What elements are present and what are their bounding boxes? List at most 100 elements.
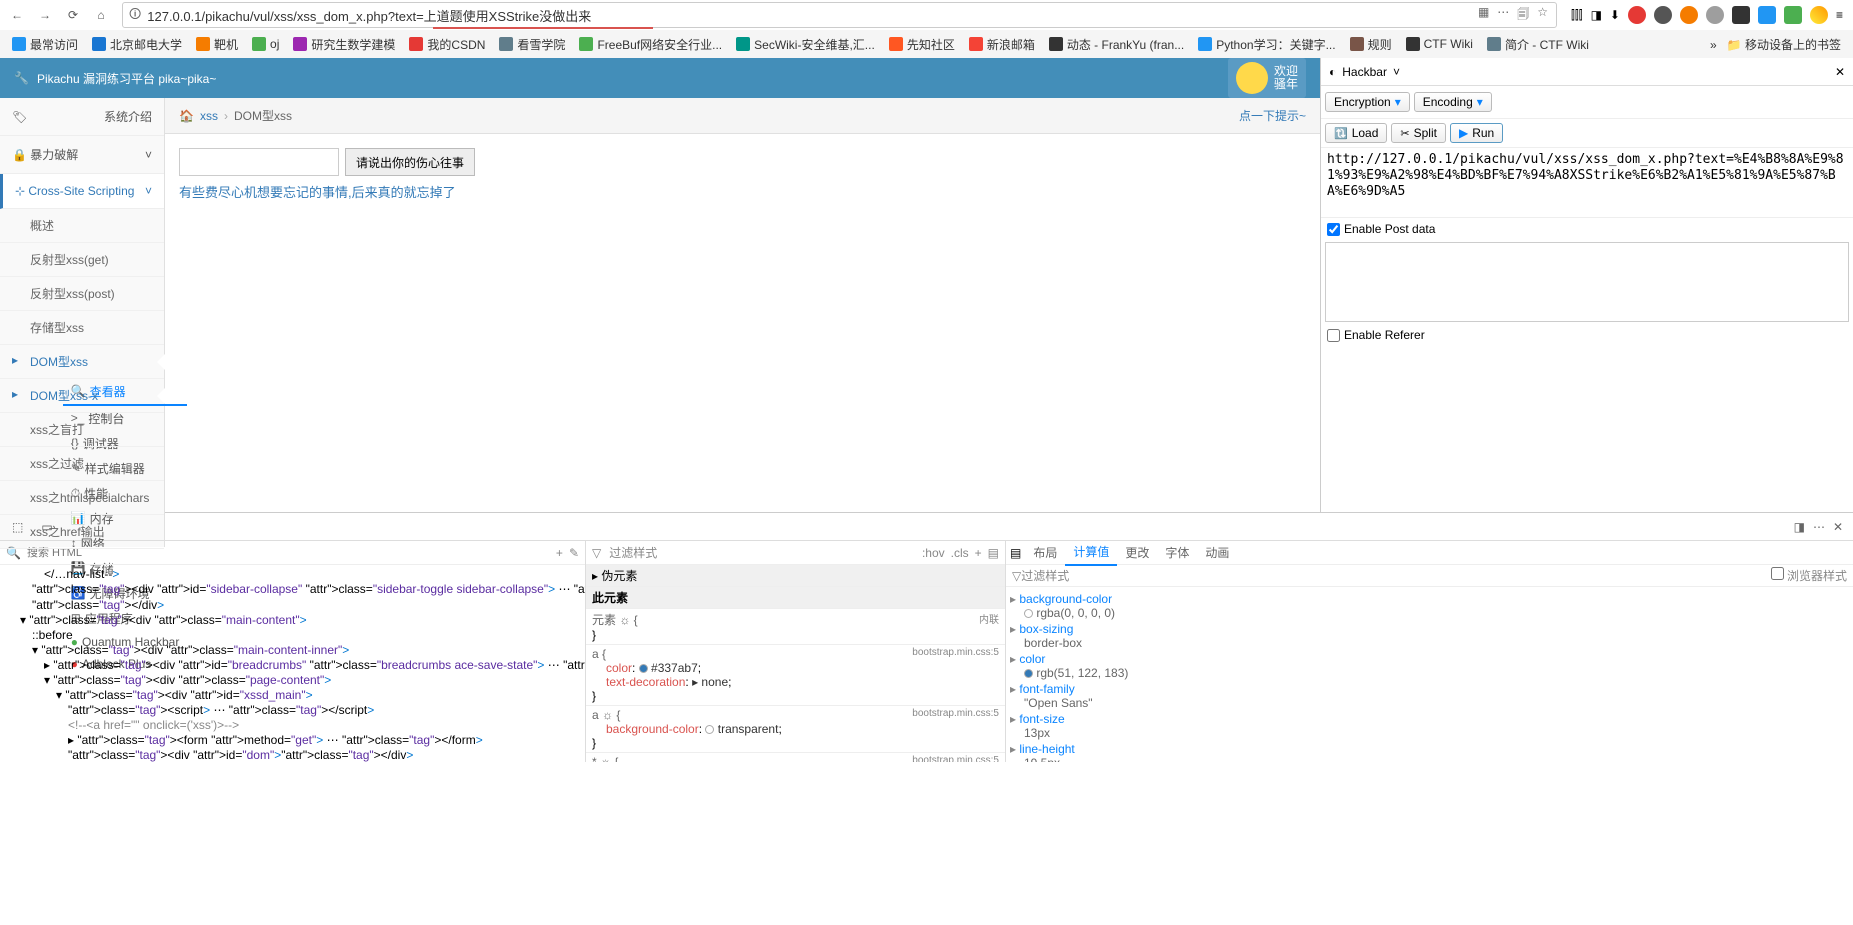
bookmarks-overflow[interactable]: » 📁 移动设备上的书签	[1704, 34, 1847, 55]
dom-tree[interactable]: </…nav-list-->"attr">class="tag"><div "a…	[0, 565, 585, 762]
site-info-icon[interactable]: 🛈	[123, 5, 147, 26]
sidebar-sub-item[interactable]: xss之盲打	[0, 413, 164, 447]
sidebar-sub-item[interactable]: 反射型xss(post)	[0, 277, 164, 311]
translate-icon[interactable]: 🗐	[1517, 5, 1529, 26]
enable-post-checkbox[interactable]: Enable Post data	[1321, 218, 1853, 240]
computed-body[interactable]: ▸ background-color rgba(0, 0, 0, 0)▸ box…	[1006, 587, 1853, 762]
load-button[interactable]: 🔃 Load	[1325, 123, 1387, 143]
close-icon[interactable]: ✕	[1833, 520, 1843, 534]
hackbar-actions: 🔃 Load ✂ Split ▶ Run	[1321, 119, 1853, 148]
hackbar-title: Hackbar	[1342, 65, 1387, 79]
back-button[interactable]: ←	[4, 2, 30, 28]
dock-icon[interactable]: ◨	[1794, 520, 1805, 534]
styles-filter-label[interactable]: 过滤样式	[609, 544, 657, 561]
menu-icon[interactable]: ≡	[1836, 8, 1843, 22]
url-bar[interactable]: 🛈 127.0.0.1/pikachu/vul/xss/xss_dom_x.ph…	[122, 2, 1557, 28]
ext-icon-3[interactable]	[1706, 6, 1724, 24]
sidebar-sub-item[interactable]: xss之href输出	[0, 515, 164, 549]
sidebar-item-brute[interactable]: 🔒 暴力破解˅	[0, 136, 164, 174]
sidebar-sub-item[interactable]: xss之htmlspecialchars	[0, 481, 164, 515]
styles-body[interactable]: ▸ 伪元素 此元素 元素 ☼ {内联}a {bootstrap.min.css:…	[586, 565, 1005, 762]
computed-tab[interactable]: 计算值	[1065, 541, 1117, 566]
computed-filter-label[interactable]: 过滤样式	[1021, 567, 1069, 584]
sidebar-sub-item[interactable]: DOM型xss	[0, 345, 164, 379]
bookmark-item[interactable]: 研究生数学建模	[287, 34, 401, 55]
add-icon[interactable]: +	[556, 546, 563, 560]
bookmark-item[interactable]: 先知社区	[883, 34, 961, 55]
bookmark-item[interactable]: 靶机	[190, 34, 244, 55]
sidebar-sub-item[interactable]: xss之过滤	[0, 447, 164, 481]
ext-icon-2[interactable]	[1680, 6, 1698, 24]
cls-toggle[interactable]: .cls	[951, 546, 969, 560]
post-checkbox[interactable]	[1327, 223, 1340, 236]
pseudo-section[interactable]: ▸ 伪元素	[586, 565, 1005, 587]
chevron-down-icon[interactable]: ˅	[1393, 65, 1400, 79]
bookmark-item[interactable]: 北京邮电大学	[86, 34, 188, 55]
panel-icon[interactable]: ▤	[1006, 542, 1025, 564]
abp-icon[interactable]	[1628, 6, 1646, 24]
sidebar-sub-item[interactable]: 概述	[0, 209, 164, 243]
breadcrumb-xss[interactable]: xss	[200, 109, 218, 123]
close-icon[interactable]: ✕	[1835, 65, 1845, 79]
hov-toggle[interactable]: :hov	[922, 546, 945, 560]
encryption-dropdown[interactable]: Encryption▾	[1325, 92, 1410, 112]
downloads-icon[interactable]: ⬇	[1610, 8, 1620, 22]
bookmark-item[interactable]: 我的CSDN	[403, 34, 491, 55]
bookmark-item[interactable]: FreeBuf网络安全行业...	[573, 34, 728, 55]
split-button[interactable]: ✂ Split	[1391, 123, 1446, 143]
ext-icon-5[interactable]	[1758, 6, 1776, 24]
bookmark-item[interactable]: oj	[246, 35, 285, 53]
hint-link[interactable]: 点一下提示~	[1239, 107, 1306, 124]
hackbar-panel: ◐Hackbar˅ ✕ Encryption▾ Encoding▾ 🔃 Load…	[1320, 58, 1853, 512]
more-icon[interactable]: ⋯	[1497, 5, 1509, 26]
computed-tab[interactable]: 动画	[1197, 541, 1237, 565]
sidebar-icon[interactable]: ◨	[1591, 8, 1602, 22]
sidebar-sub-item[interactable]: DOM型xss-x	[0, 379, 164, 413]
devtools-body: 🔍 +✎ </…nav-list-->"attr">class="tag"><d…	[0, 541, 1853, 762]
computed-tab[interactable]: 字体	[1157, 541, 1197, 565]
encoding-dropdown[interactable]: Encoding▾	[1414, 92, 1492, 112]
enable-referer-checkbox[interactable]: Enable Referer	[1321, 324, 1853, 346]
bookmark-item[interactable]: 看雪学院	[493, 34, 571, 55]
bookmark-item[interactable]: 动态 - FrankYu (fran...	[1043, 34, 1190, 55]
library-icon[interactable]: ⫿⫿⫿	[1571, 8, 1583, 23]
qr-icon[interactable]: ▦	[1478, 5, 1489, 26]
sidebar-item-sys[interactable]: 🏷 系统介绍	[0, 98, 164, 136]
sidebar-item-xss[interactable]: ⊹ Cross-Site Scripting˅	[0, 174, 164, 209]
submit-button[interactable]: 请说出你的伤心往事	[345, 148, 475, 176]
bookmark-item[interactable]: 最常访问	[6, 34, 84, 55]
add-rule-icon[interactable]: +	[975, 546, 982, 560]
welcome-badge[interactable]: 欢迎骚年	[1228, 58, 1306, 98]
home-icon[interactable]: 🏠	[179, 109, 194, 123]
reload-button[interactable]: ⟳	[60, 2, 86, 28]
profile-icon[interactable]	[1810, 6, 1828, 24]
ext-icon-4[interactable]	[1732, 6, 1750, 24]
referer-checkbox[interactable]	[1327, 329, 1340, 342]
panel-icon[interactable]: ▤	[988, 546, 999, 560]
star-icon[interactable]: ☆	[1537, 5, 1548, 26]
bookmark-item[interactable]: 规则	[1344, 34, 1398, 55]
browser-styles-checkbox[interactable]: 浏览器样式	[1771, 567, 1847, 584]
result-link[interactable]: 有些费尽心机想要忘记的事情,后来真的就忘掉了	[179, 182, 456, 201]
more-icon[interactable]: ⋯	[1813, 520, 1825, 534]
home-button[interactable]: ⌂	[88, 2, 114, 28]
post-data-field[interactable]	[1325, 242, 1849, 322]
bookmark-item[interactable]: Python学习：关键字...	[1192, 34, 1341, 55]
dom-panel: 🔍 +✎ </…nav-list-->"attr">class="tag"><d…	[0, 541, 586, 762]
bookmark-item[interactable]: CTF Wiki	[1400, 35, 1479, 53]
bookmark-item[interactable]: SecWiki-安全维基,汇...	[730, 34, 881, 55]
run-button[interactable]: ▶ Run	[1450, 123, 1503, 143]
eyedropper-icon[interactable]: ✎	[569, 546, 579, 560]
hackbar-url-field[interactable]: http://127.0.0.1/pikachu/vul/xss/xss_dom…	[1321, 148, 1853, 218]
sidebar-sub-item[interactable]: 存储型xss	[0, 311, 164, 345]
bookmark-item[interactable]: 新浪邮箱	[963, 34, 1041, 55]
ext-icon-1[interactable]	[1654, 6, 1672, 24]
sidebar-sub-item[interactable]: 反射型xss(get)	[0, 243, 164, 277]
devtools-tabs: ⬚ ▭ 🔍 查看器>_ 控制台{} 调试器✎ 样式编辑器⏱ 性能📊 内存↕ 网络…	[0, 513, 1853, 541]
bookmark-item[interactable]: 简介 - CTF Wiki	[1481, 34, 1595, 55]
forward-button[interactable]: →	[32, 2, 58, 28]
xss-input[interactable]	[179, 148, 339, 176]
ext-icon-6[interactable]	[1784, 6, 1802, 24]
computed-tab[interactable]: 布局	[1025, 541, 1065, 565]
computed-tab[interactable]: 更改	[1117, 541, 1157, 565]
